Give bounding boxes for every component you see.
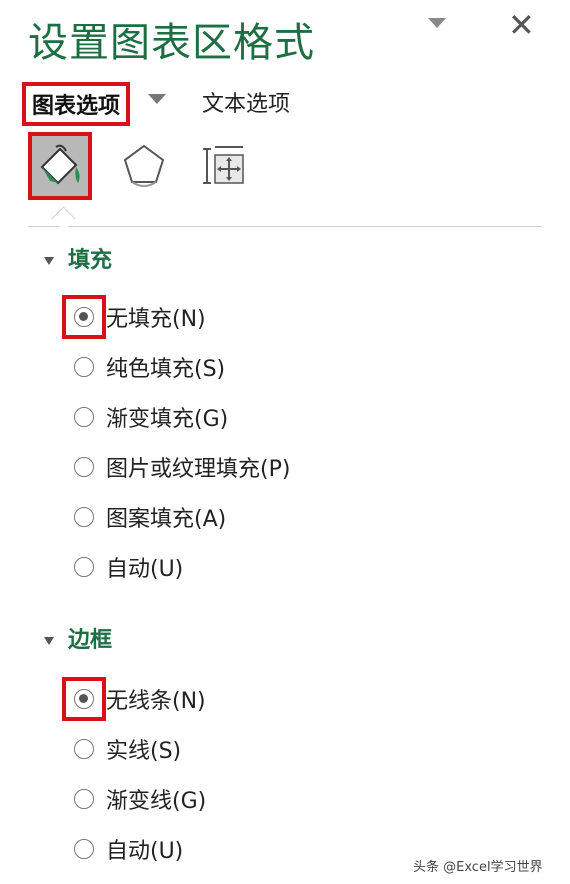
collapse-triangle-icon (44, 637, 54, 645)
option-label: 实线(S) (106, 739, 182, 764)
tab-chart-options[interactable]: 图表选项 (21, 82, 131, 126)
radio-button[interactable] (74, 739, 94, 759)
radio-button[interactable] (74, 789, 94, 809)
border-section-label: 边框 (68, 628, 113, 653)
option-label: 无线条(N) (106, 689, 206, 714)
radio-button[interactable] (74, 357, 94, 377)
option-label: 自动(U) (106, 839, 184, 864)
paint-bucket-icon (40, 144, 80, 185)
effects-button[interactable] (116, 136, 172, 196)
chart-options-dropdown-icon[interactable] (148, 94, 166, 104)
fill-option-auto[interactable]: 自动(U) (74, 552, 183, 582)
fill-option-gradient[interactable]: 渐变填充(G) (74, 402, 228, 432)
divider (28, 226, 542, 227)
border-section-header[interactable]: 边框 (44, 622, 112, 654)
fill-option-pattern[interactable]: 图案填充(A) (74, 502, 226, 532)
option-label: 渐变线(G) (106, 789, 207, 814)
size-properties-icon (203, 146, 244, 184)
option-label: 无填充(N) (106, 307, 206, 332)
task-pane-options-icon[interactable] (428, 18, 446, 28)
radio-button[interactable] (74, 457, 94, 477)
fill-line-button[interactable] (28, 132, 92, 200)
tab-text-options[interactable]: 文本选项 (202, 86, 290, 118)
panel-title: 设置图表区格式 (28, 20, 315, 66)
option-label: 纯色填充(S) (106, 357, 226, 382)
option-label: 渐变填充(G) (106, 407, 229, 432)
highlight-box (62, 295, 106, 339)
highlight-box (62, 677, 106, 721)
fill-section-label: 填充 (68, 248, 113, 273)
border-option-auto[interactable]: 自动(U) (74, 834, 183, 864)
radio-button[interactable] (74, 557, 94, 577)
fill-section-header[interactable]: 填充 (44, 242, 112, 274)
radio-button[interactable] (74, 407, 94, 427)
close-icon[interactable]: ✕ (508, 6, 535, 44)
size-properties-button[interactable] (196, 136, 252, 196)
watermark-text: 头条 @Excel学习世界 (413, 860, 543, 875)
collapse-triangle-icon (44, 257, 54, 265)
border-option-gradient[interactable]: 渐变线(G) (74, 784, 206, 814)
border-option-solid[interactable]: 实线(S) (74, 734, 181, 764)
option-label: 自动(U) (106, 557, 184, 582)
fill-option-picture[interactable]: 图片或纹理填充(P) (74, 452, 290, 482)
pentagon-icon (123, 144, 165, 187)
radio-button[interactable] (74, 507, 94, 527)
radio-button[interactable] (74, 839, 94, 859)
fill-option-solid[interactable]: 纯色填充(S) (74, 352, 225, 382)
option-label: 图案填充(A) (106, 507, 227, 532)
option-label: 图片或纹理填充(P) (106, 457, 291, 482)
